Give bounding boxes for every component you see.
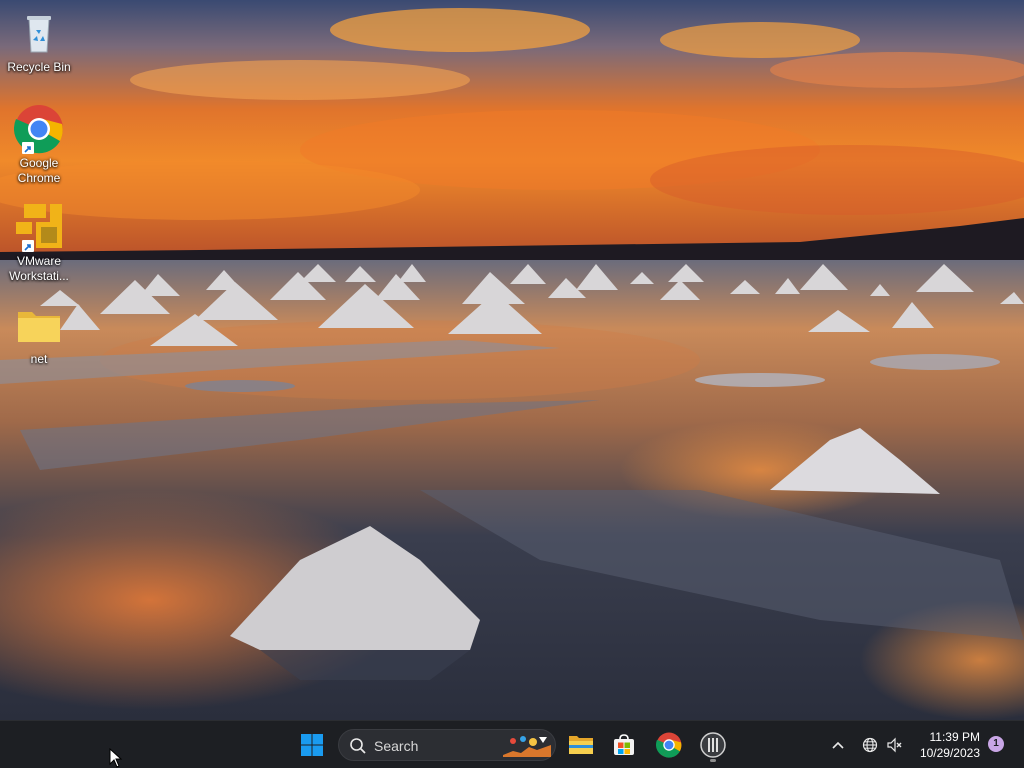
mouse-cursor-icon [109,748,123,768]
start-button[interactable] [294,727,330,763]
desktop-icon-vmware[interactable]: VMware Workstati... [4,202,74,284]
desktop-icon-recycle-bin[interactable]: Recycle Bin [4,8,74,75]
running-indicator [710,759,716,762]
taskbar-microsoft-store[interactable] [606,727,642,763]
desktop[interactable]: Recycle Bin Google Chrome VMware Worksta… [0,0,1024,720]
search-box[interactable]: Search [338,729,556,761]
desktop-icon-google-chrome[interactable]: Google Chrome [4,104,74,186]
windows-logo-icon [301,734,323,756]
store-icon [614,734,634,755]
vmware-icon [700,732,726,758]
chrome-icon [13,104,64,154]
desktop-icon-label: VMware Workstati... [9,254,69,283]
taskbar-file-explorer[interactable] [563,727,599,763]
taskbar-vmware[interactable] [695,727,731,763]
search-highlight-icon [503,736,551,757]
wallpaper [0,0,1024,720]
desktop-icon-label: Google Chrome [17,156,61,185]
chrome-icon [656,732,682,758]
show-hidden-icons-button[interactable] [828,727,848,763]
taskbar: Search 11:39 PM 10/29/2023 [0,720,1024,768]
recycle-bin-icon [14,8,64,58]
clock-time[interactable]: 11:39 PM [900,730,980,744]
vmware-icon [14,202,64,252]
folder-icon [569,736,593,754]
taskbar-google-chrome[interactable] [651,727,687,763]
clock-date[interactable]: 10/29/2023 [900,746,980,760]
folder-icon [14,300,64,350]
notification-badge[interactable]: 1 [988,736,1004,752]
search-placeholder: Search [374,738,419,754]
globe-icon [862,737,878,753]
desktop-icon-net-folder[interactable]: net [4,300,74,367]
desktop-icon-label: net [30,352,48,366]
network-button[interactable] [859,727,881,763]
search-icon [350,738,366,754]
shortcut-arrow-icon [22,142,34,154]
desktop-icon-label: Recycle Bin [7,60,71,74]
shortcut-arrow-icon [22,240,34,252]
chevron-up-icon [832,741,844,749]
